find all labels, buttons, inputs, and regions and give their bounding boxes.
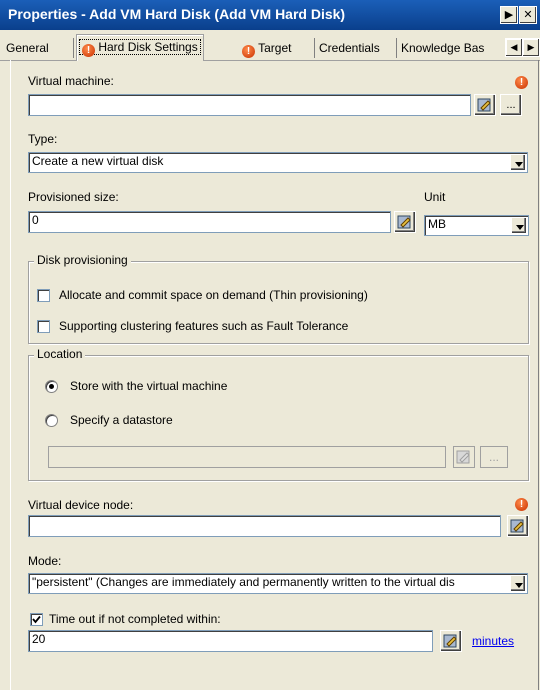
- tab-separator: [73, 38, 74, 58]
- variable-icon: [443, 634, 457, 648]
- tab-credentials[interactable]: Credentials: [319, 37, 380, 59]
- tab-scroll-right-button[interactable]: ▶: [522, 38, 540, 57]
- chevron-down-icon: [510, 154, 526, 171]
- provisioned-size-value: 0: [32, 213, 39, 227]
- virtual-device-node-field[interactable]: [28, 515, 501, 537]
- datastore-field[interactable]: [48, 446, 446, 468]
- store-with-vm-radio[interactable]: [45, 380, 58, 393]
- timeout-checkbox[interactable]: [30, 613, 43, 626]
- mode-dropdown[interactable]: "persistent" (Changes are immediately an…: [28, 573, 528, 594]
- error-icon: !: [515, 76, 528, 89]
- store-with-vm-label[interactable]: Store with the virtual machine: [70, 379, 227, 393]
- tab-label: Target: [258, 41, 292, 55]
- help-button[interactable]: ▶: [500, 6, 518, 24]
- error-icon: !: [242, 45, 255, 58]
- type-value: Create a new virtual disk: [32, 154, 164, 168]
- provisioned-size-field[interactable]: 0: [28, 211, 391, 233]
- tab-knowledge-base[interactable]: Knowledge Bas: [401, 37, 505, 59]
- variable-button[interactable]: [507, 515, 529, 537]
- chevron-down-icon: [511, 217, 527, 234]
- tab-separator: [314, 38, 315, 58]
- tab-hard-disk-settings[interactable]: ! Hard Disk Settings: [76, 34, 204, 61]
- thin-provisioning-checkbox[interactable]: [37, 289, 50, 302]
- mode-label: Mode:: [28, 554, 62, 568]
- tab-scroll-left-button[interactable]: ◀: [505, 38, 523, 57]
- unit-label: Unit: [424, 190, 446, 204]
- thin-provisioning-label[interactable]: Allocate and commit space on demand (Thi…: [59, 288, 368, 302]
- error-icon: !: [515, 498, 528, 511]
- timeout-field[interactable]: 20: [28, 630, 433, 652]
- chevron-down-icon: [510, 575, 526, 592]
- location-legend: Location: [34, 347, 86, 361]
- virtual-machine-label: Virtual machine:: [28, 74, 114, 88]
- clustering-checkbox[interactable]: [37, 320, 50, 333]
- close-button[interactable]: ✕: [519, 6, 537, 24]
- datastore-browse-button[interactable]: ...: [480, 446, 508, 468]
- timeout-value: 20: [32, 632, 46, 646]
- tab-label: Hard Disk Settings: [98, 40, 198, 54]
- error-icon: !: [82, 44, 95, 57]
- variable-button[interactable]: [394, 211, 416, 233]
- mode-value: "persistent" (Changes are immediately an…: [32, 575, 455, 589]
- variable-button[interactable]: [474, 94, 496, 116]
- checkmark-icon: [32, 615, 41, 624]
- tab-general[interactable]: General: [6, 37, 49, 59]
- minutes-link[interactable]: minutes: [472, 634, 514, 648]
- timeout-label[interactable]: Time out if not completed within:: [49, 612, 221, 626]
- clustering-label[interactable]: Supporting clustering features such as F…: [59, 319, 348, 333]
- type-dropdown[interactable]: Create a new virtual disk: [28, 152, 528, 173]
- specify-datastore-radio[interactable]: [45, 414, 58, 427]
- tab-target[interactable]: ! Target: [242, 37, 291, 59]
- variable-button[interactable]: [440, 630, 462, 652]
- variable-icon: [510, 519, 524, 533]
- variable-icon: [397, 215, 411, 229]
- variable-icon: [477, 98, 491, 112]
- tab-separator: [396, 38, 397, 58]
- unit-dropdown[interactable]: MB: [424, 215, 529, 236]
- virtual-device-node-label: Virtual device node:: [28, 498, 134, 512]
- virtual-machine-browse-button[interactable]: ...: [500, 94, 522, 116]
- virtual-machine-field[interactable]: [28, 94, 471, 116]
- window-title: Properties - Add VM Hard Disk (Add VM Ha…: [8, 6, 346, 22]
- type-label: Type:: [28, 132, 58, 146]
- provisioned-size-label: Provisioned size:: [28, 190, 119, 204]
- unit-value: MB: [428, 217, 446, 231]
- variable-icon: [456, 450, 470, 464]
- specify-datastore-label[interactable]: Specify a datastore: [70, 413, 173, 427]
- disk-provisioning-legend: Disk provisioning: [34, 253, 131, 267]
- variable-button[interactable]: [453, 446, 475, 468]
